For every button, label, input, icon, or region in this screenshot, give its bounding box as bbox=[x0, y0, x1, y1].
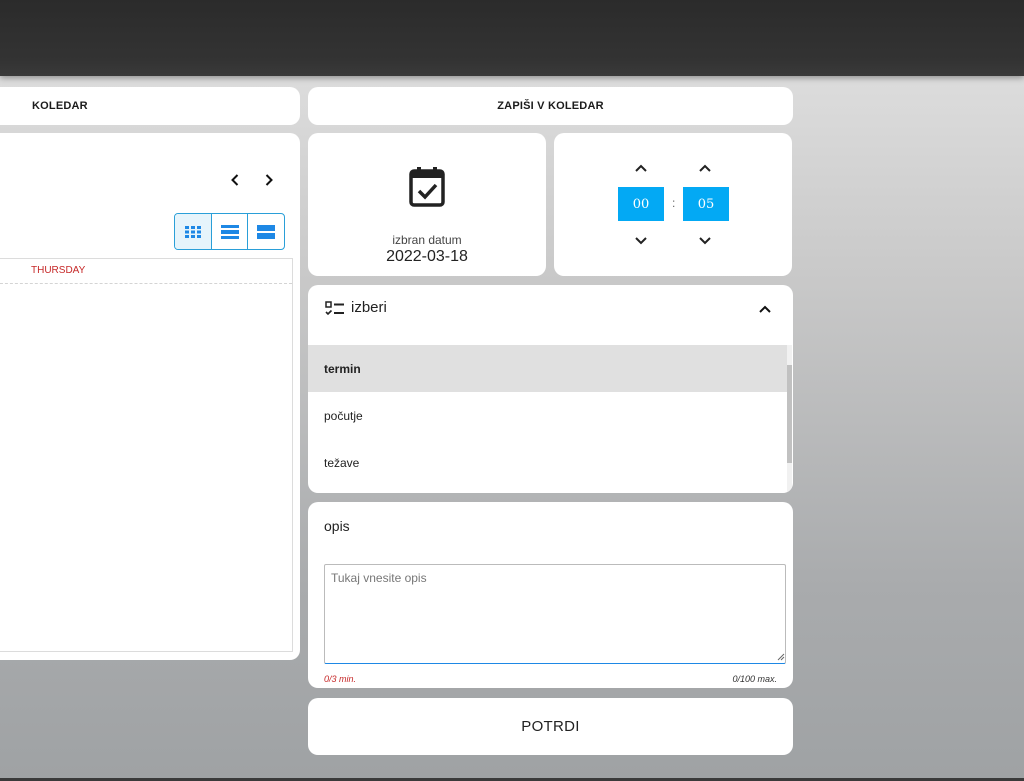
minutes-field[interactable]: 05 bbox=[683, 187, 729, 221]
resize-handle-icon[interactable] bbox=[776, 652, 785, 661]
list-scrollbar-thumb[interactable] bbox=[787, 365, 792, 463]
week-view-button[interactable] bbox=[212, 214, 249, 249]
description-title: opis bbox=[324, 518, 350, 534]
top-bar bbox=[0, 0, 1024, 76]
category-select-panel: izberi termin počutje težave bbox=[308, 285, 793, 493]
list-item-pocutje[interactable]: počutje bbox=[308, 392, 788, 439]
calendar-view-switcher bbox=[174, 213, 285, 250]
calendar-day-header: THURSDAY bbox=[0, 259, 292, 284]
list-item-tezave[interactable]: težave bbox=[308, 439, 788, 486]
chevron-up-icon[interactable] bbox=[757, 301, 773, 317]
hour-up-chevron-icon[interactable] bbox=[634, 161, 648, 175]
tab-write-label: ZAPIŠI V KOLEDAR bbox=[497, 100, 604, 112]
calendar-grid: THURSDAY bbox=[0, 258, 293, 652]
weekday-label: THURSDAY bbox=[31, 265, 86, 276]
tab-calendar-label: KOLEDAR bbox=[32, 100, 88, 112]
list-item-termin[interactable]: termin bbox=[308, 345, 788, 392]
hours-field[interactable]: 00 bbox=[618, 187, 664, 221]
minute-down-chevron-icon[interactable] bbox=[698, 234, 712, 248]
date-label: izbran datum bbox=[392, 233, 462, 247]
selected-date-panel[interactable]: izbran datum 2022-03-18 bbox=[308, 133, 546, 276]
checklist-icon bbox=[325, 301, 344, 316]
chevron-left-icon[interactable] bbox=[227, 172, 243, 188]
time-separator: : bbox=[672, 196, 676, 210]
confirm-label: POTRDI bbox=[521, 718, 580, 735]
description-textarea[interactable] bbox=[324, 564, 786, 664]
select-title: izberi bbox=[351, 299, 387, 316]
split-rows-icon bbox=[257, 224, 276, 239]
day-view-button[interactable] bbox=[248, 214, 284, 249]
chevron-right-icon[interactable] bbox=[261, 172, 277, 188]
hour-down-chevron-icon[interactable] bbox=[634, 234, 648, 248]
select-header[interactable]: izberi bbox=[308, 285, 793, 331]
date-value: 2022-03-18 bbox=[386, 248, 468, 265]
minute-up-chevron-icon[interactable] bbox=[698, 161, 712, 175]
confirm-button[interactable]: POTRDI bbox=[308, 698, 793, 755]
tab-write-to-calendar[interactable]: ZAPIŠI V KOLEDAR bbox=[308, 87, 793, 125]
tab-calendar[interactable]: KOLEDAR bbox=[0, 87, 300, 125]
calendar-check-icon bbox=[409, 167, 445, 207]
max-char-counter: 0/100 max. bbox=[732, 674, 777, 684]
grid-icon bbox=[184, 225, 201, 238]
rows-icon bbox=[220, 224, 239, 239]
description-panel: opis 0/3 min. 0/100 max. bbox=[308, 502, 793, 688]
month-view-button[interactable] bbox=[175, 214, 212, 249]
min-char-counter: 0/3 min. bbox=[324, 674, 357, 684]
